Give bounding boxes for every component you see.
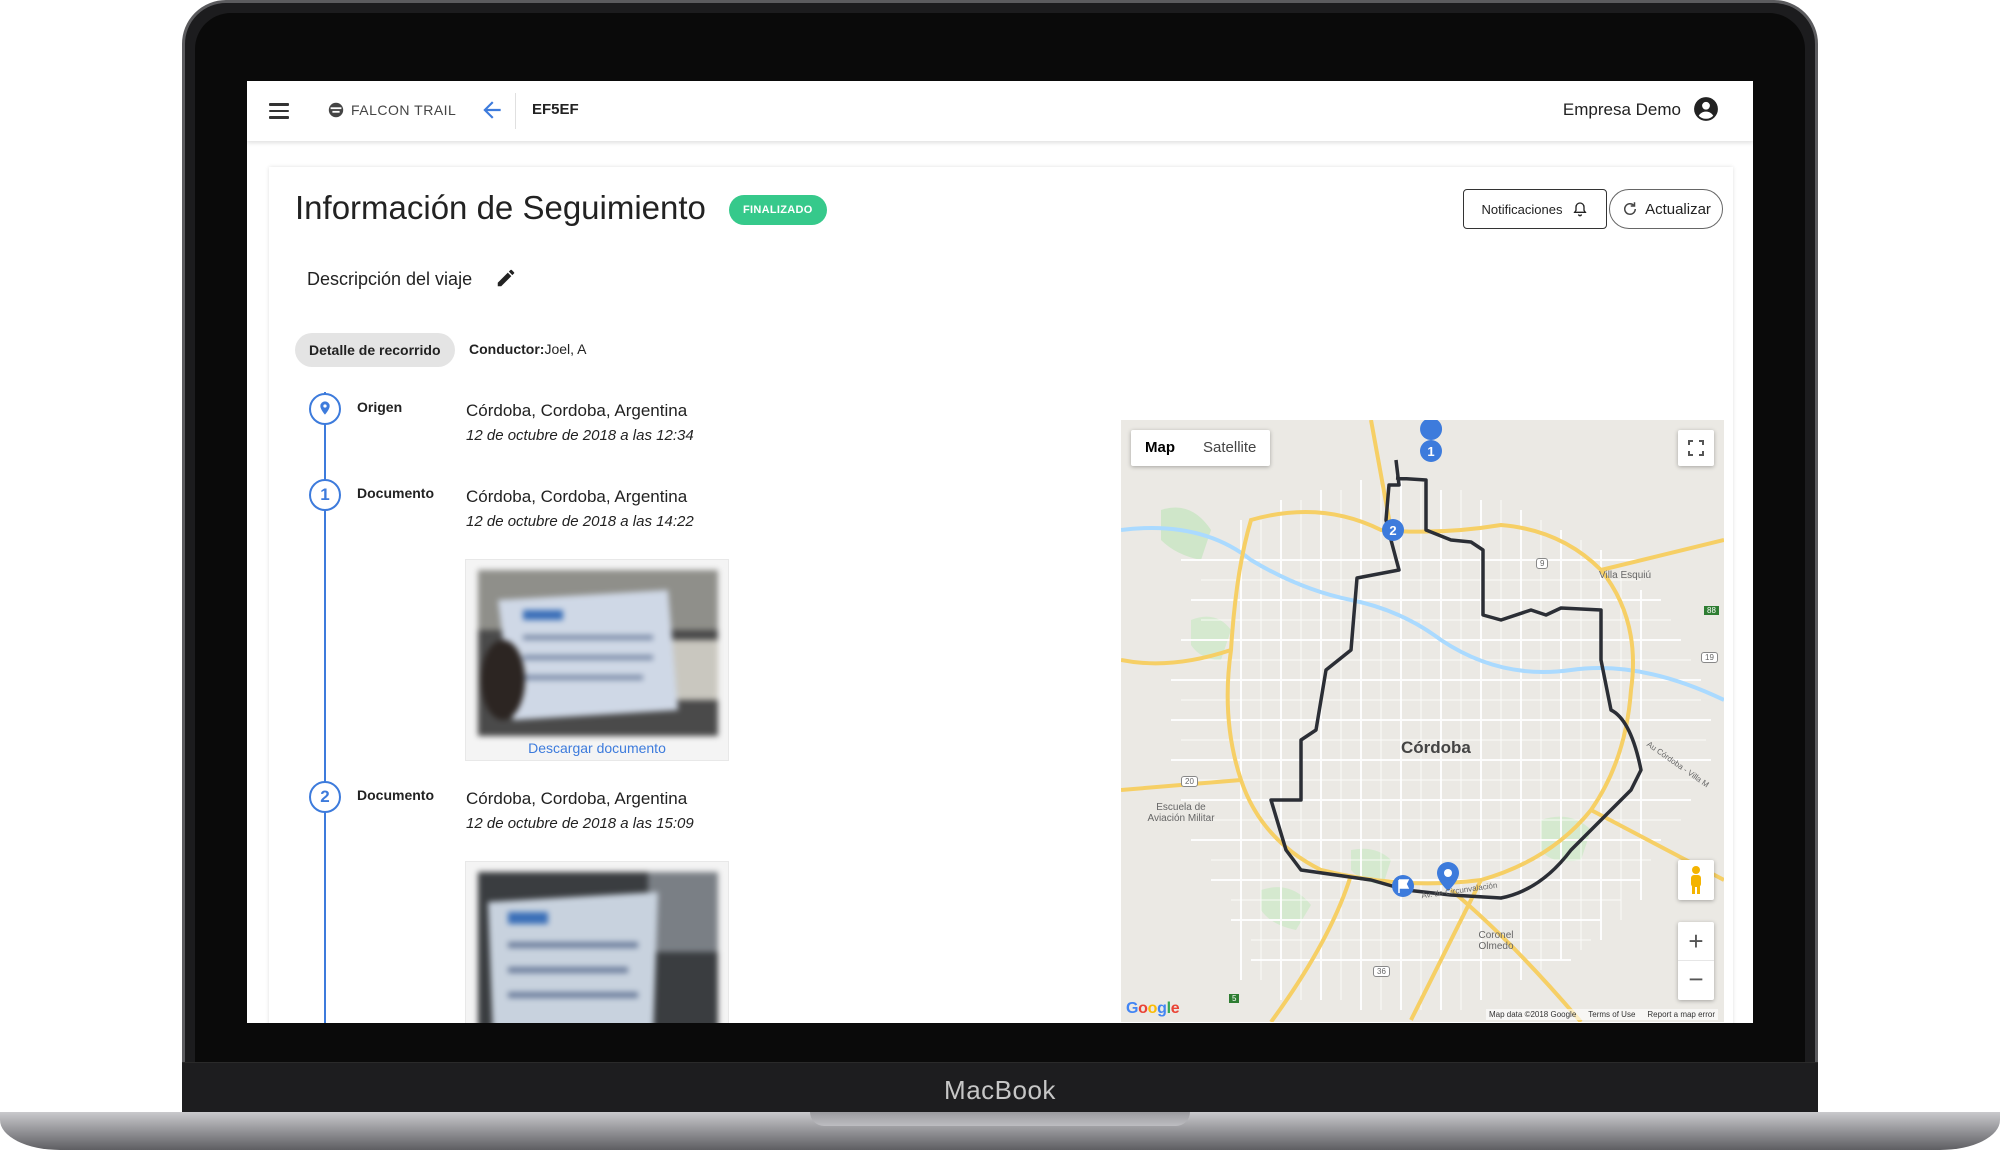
status-badge: FINALIZADO <box>729 195 827 225</box>
pegman-icon <box>1691 866 1701 894</box>
notifications-button[interactable]: Notificaciones <box>1463 189 1607 229</box>
back-arrow-icon[interactable] <box>479 97 505 123</box>
road-shield: 9 <box>1536 558 1549 569</box>
driver-label: Conductor: <box>469 341 545 357</box>
zoom-controls: + − <box>1678 922 1714 1000</box>
company-name[interactable]: Empresa Demo <box>1563 100 1681 120</box>
device-label: MacBook <box>944 1075 1056 1105</box>
map-city-label: Córdoba <box>1401 738 1471 757</box>
road-shield: 36 <box>1373 966 1390 977</box>
refresh-label: Actualizar <box>1645 200 1711 218</box>
trip-code: EF5EF <box>532 101 579 118</box>
laptop-bezel-bottom: MacBook <box>182 1062 1818 1114</box>
fullscreen-button[interactable] <box>1678 430 1714 466</box>
document-photo[interactable] <box>478 570 718 736</box>
brand-name: FALCON TRAIL <box>351 102 457 118</box>
document-thumbnail-card[interactable]: Descargar documento <box>465 559 729 761</box>
zoom-out-button[interactable]: − <box>1678 961 1714 1000</box>
account-circle-icon[interactable] <box>1693 96 1719 122</box>
driver-info: Conductor:Joel, A <box>469 341 586 357</box>
map-tab[interactable]: Map <box>1131 430 1189 466</box>
location-pin-icon <box>320 401 330 415</box>
timeline-time: 12 de octubre de 2018 a las 14:22 <box>466 513 694 530</box>
tracking-card: Información de Seguimiento FINALIZADO No… <box>269 167 1733 1023</box>
notifications-label: Notificaciones <box>1481 201 1563 217</box>
road-shield: 20 <box>1181 776 1198 787</box>
refresh-button[interactable]: Actualizar <box>1609 189 1723 229</box>
bell-icon <box>1573 202 1588 217</box>
page-title: Información de Seguimiento <box>295 189 706 226</box>
zoom-in-button[interactable]: + <box>1678 922 1714 961</box>
street-view-pegman[interactable] <box>1678 860 1714 900</box>
timeline-time: 12 de octubre de 2018 a las 12:34 <box>466 427 694 444</box>
timeline-type: Documento <box>357 787 434 803</box>
laptop-base <box>0 1112 2000 1150</box>
timeline-marker-origin <box>309 393 341 425</box>
map-place-label: Villa Esquiú <box>1599 570 1652 581</box>
timeline-place: Córdoba, Cordoba, Argentina <box>466 789 688 808</box>
driver-name: Joel, A <box>544 341 587 357</box>
map-place-label: Coronel Olmedo <box>1478 930 1514 952</box>
route-marker-2: 2 <box>1389 523 1396 538</box>
refresh-icon <box>1624 202 1637 215</box>
road-shield: 88 <box>1704 606 1719 615</box>
app-screen: FALCON TRAIL EF5EF Empresa Demo Informac… <box>247 81 1753 1023</box>
route-marker-1: 1 <box>1427 444 1434 459</box>
download-document-link[interactable]: Descargar documento <box>466 740 728 756</box>
brand-logo: FALCON TRAIL <box>327 101 456 119</box>
edit-pencil-icon[interactable] <box>495 267 517 289</box>
satellite-tab[interactable]: Satellite <box>1189 430 1270 466</box>
header-divider <box>515 93 516 129</box>
timeline-type: Origen <box>357 399 403 415</box>
map-data-credit: Map data ©2018 Google <box>1488 1010 1577 1019</box>
google-logo: Google <box>1126 1000 1180 1017</box>
road-shield: 19 <box>1701 652 1718 663</box>
map-canvas[interactable]: 1 2 <box>1121 420 1724 1022</box>
timeline-type: Documento <box>357 485 434 501</box>
road-shield: 5 <box>1229 994 1240 1003</box>
map-place-label: Escuela de Aviación Militar <box>1147 802 1215 824</box>
report-map-error-link[interactable]: Report a map error <box>1647 1010 1715 1019</box>
trip-description-label: Descripción del viaje <box>307 269 473 289</box>
timeline-place: Córdoba, Cordoba, Argentina <box>466 401 688 420</box>
timeline-place: Córdoba, Cordoba, Argentina <box>466 487 688 506</box>
timeline-marker-number: 2 <box>309 781 341 813</box>
app-header: FALCON TRAIL EF5EF Empresa Demo <box>247 81 1753 141</box>
map-attribution: Map data ©2018 Google Terms of Use Repor… <box>1485 1009 1718 1020</box>
document-thumbnail-card[interactable] <box>465 861 729 1023</box>
timeline-marker-number: 1 <box>309 479 341 511</box>
menu-icon[interactable] <box>269 103 289 119</box>
falcon-logo-icon <box>328 102 344 118</box>
fullscreen-icon <box>1688 440 1704 456</box>
document-photo[interactable] <box>478 872 718 1023</box>
map-type-toggle: Map Satellite <box>1131 430 1271 466</box>
timeline-time: 12 de octubre de 2018 a las 15:09 <box>466 815 694 832</box>
route-map[interactable]: 1 2 Map Satellite + − Córdoba Villa Esqu… <box>1121 420 1724 1022</box>
route-detail-chip[interactable]: Detalle de recorrido <box>295 333 455 367</box>
terms-of-use-link[interactable]: Terms of Use <box>1588 1010 1635 1019</box>
